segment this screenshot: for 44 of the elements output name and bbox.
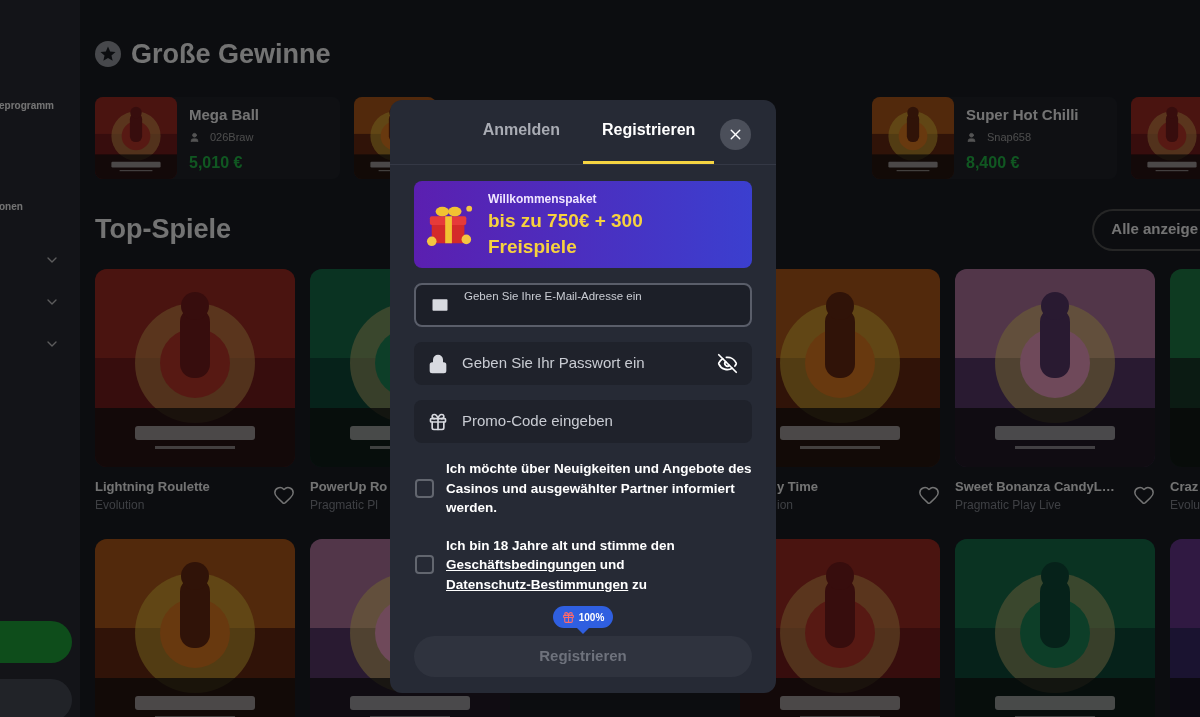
banner-caption: Willkommenspaket [488, 190, 598, 208]
checkbox[interactable] [415, 555, 434, 575]
promo-field[interactable]: Promo-Code eingeben [414, 400, 752, 443]
consent-text: Ich bin 18 Jahre alt und stimme den Geschäftsbedingungen und Datenschutz-Bestimmungen zu [446, 536, 676, 594]
badge-label: 100% [578, 610, 605, 625]
sidebar-item[interactable]: eprogramm [0, 98, 80, 113]
game-title[interactable]: Craz [1170, 476, 1200, 496]
favorite-icon[interactable] [918, 484, 940, 507]
game-title[interactable]: y Time [777, 476, 818, 496]
dialog-tab[interactable]: Registrieren [583, 99, 715, 164]
hide-password-icon[interactable] [717, 353, 738, 374]
game-title: Mega Ball [189, 104, 260, 125]
win-amount: 8,400 € [966, 152, 1021, 173]
win-amount: 5,010 € [189, 152, 244, 173]
favorite-icon[interactable] [1133, 484, 1155, 507]
show-all-button[interactable]: Alle anzeige [1092, 208, 1200, 251]
section-title: Große Gewinne [131, 38, 331, 71]
email-input[interactable]: Geben Sie Ihre E-Mail-Adresse ein [464, 288, 736, 322]
checkbox[interactable] [415, 478, 434, 498]
section-title: Top-Spiele [95, 213, 231, 247]
game-title: Super Hot Chilli [966, 104, 1079, 125]
sidebar-button[interactable] [0, 621, 72, 663]
favorite-icon[interactable] [273, 484, 295, 507]
player-name: Snap658 [987, 130, 1032, 145]
sidebar-item[interactable]: onen [0, 199, 80, 214]
player-name: 026Braw [210, 130, 254, 145]
banner-headline: bis zu 750€ + 300 Freispiele [488, 208, 644, 259]
user-icon [189, 131, 200, 143]
password-input[interactable]: Geben Sie Ihr Passwort ein [462, 352, 703, 375]
game-title[interactable]: Lightning Roulette [95, 476, 210, 496]
gift-icon [561, 610, 575, 624]
close-button[interactable] [720, 119, 751, 150]
consent-text: Ich möchte über Neuigkeiten und Angebote des Casinos und ausgewählter Partner informiert werden. [446, 460, 752, 517]
dialog-tab[interactable]: Anmelden [463, 99, 579, 164]
lock-icon [428, 353, 448, 374]
game-title[interactable]: Sweet Bonanza CandyL… [955, 476, 1115, 496]
game-title[interactable]: PowerUp Ro [310, 476, 388, 496]
privacy-link[interactable]: Datenschutz-Bestimmungen [446, 576, 629, 592]
promo-input[interactable]: Promo-Code eingeben [462, 410, 738, 433]
user-icon [966, 131, 977, 143]
gift-icon [428, 411, 448, 432]
terms-link[interactable]: Geschäftsbedingungen [446, 557, 597, 572]
password-field[interactable]: Geben Sie Ihr Passwort ein [414, 342, 752, 385]
email-field[interactable]: Geben Sie Ihre E-Mail-Adresse ein [414, 283, 752, 327]
